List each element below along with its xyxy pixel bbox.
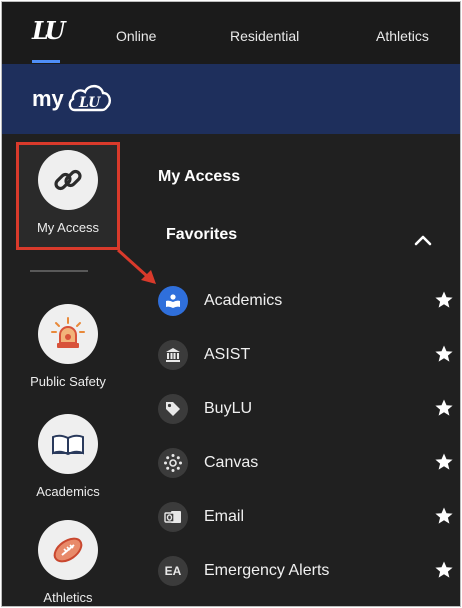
- star-icon[interactable]: [434, 344, 454, 364]
- rail-label-academics: Academics: [36, 484, 100, 499]
- favorite-item-academics[interactable]: Academics: [158, 284, 458, 316]
- favorite-label: Emergency Alerts: [204, 562, 330, 579]
- my-access-circle: [38, 150, 98, 210]
- nav-link-athletics[interactable]: Athletics: [376, 28, 429, 44]
- mylu-brand-text[interactable]: my: [32, 86, 64, 112]
- panel-title: My Access: [158, 168, 241, 185]
- mylu-banner: my LU: [2, 64, 460, 134]
- rail-label-public-safety: Public Safety: [30, 374, 106, 389]
- favorite-label: ASIST: [204, 346, 251, 363]
- star-icon[interactable]: [434, 452, 454, 472]
- favorite-label: Email: [204, 508, 245, 525]
- mylu-mark-text: LU: [78, 95, 101, 111]
- favorites-heading[interactable]: Favorites: [166, 226, 237, 244]
- football-icon: [53, 537, 83, 563]
- active-tab-indicator: [32, 60, 60, 63]
- open-book-icon: [52, 434, 84, 456]
- chevron-up-icon[interactable]: [414, 234, 432, 246]
- favorite-item-asist[interactable]: ASIST: [158, 338, 458, 370]
- outlook-icon: [158, 502, 188, 532]
- star-icon[interactable]: [434, 398, 454, 418]
- star-icon[interactable]: [434, 290, 454, 310]
- nav-link-residential[interactable]: Residential: [230, 28, 299, 44]
- rail-label-athletics: Athletics: [43, 590, 93, 605]
- canvas-icon: [158, 448, 188, 478]
- rail-item-my-access[interactable]: My Access: [16, 150, 120, 235]
- favorite-item-canvas[interactable]: Canvas: [158, 446, 458, 478]
- mylu-cloud-logo[interactable]: LU: [67, 80, 113, 116]
- favorite-item-buylu[interactable]: BuyLU: [158, 392, 458, 424]
- bank-icon: [158, 340, 188, 370]
- rail-item-academics[interactable]: Academics: [8, 414, 128, 499]
- star-icon[interactable]: [434, 560, 454, 580]
- rail-label-my-access: My Access: [36, 220, 100, 235]
- siren-icon: [51, 317, 85, 348]
- app-frame: LU Online Residential Athletics my LU My…: [2, 2, 460, 606]
- rail-item-public-safety[interactable]: Public Safety: [8, 304, 128, 389]
- star-icon[interactable]: [434, 506, 454, 526]
- ea-icon: EA: [158, 556, 188, 586]
- lu-logo[interactable]: LU: [32, 16, 65, 45]
- chain-link-icon: [54, 169, 82, 191]
- favorite-label: Canvas: [204, 454, 259, 471]
- favorite-item-email[interactable]: Email: [158, 500, 458, 532]
- favorite-label: Academics: [204, 292, 283, 309]
- book-reader-icon: [158, 286, 188, 316]
- tag-icon: [158, 394, 188, 424]
- favorite-label: BuyLU: [204, 400, 253, 417]
- top-navigation: LU Online Residential Athletics: [2, 2, 460, 64]
- rail-divider: [30, 270, 88, 272]
- public-safety-circle: [38, 304, 98, 364]
- athletics-circle: [38, 520, 98, 580]
- rail-item-athletics[interactable]: Athletics: [8, 520, 128, 605]
- favorite-item-emergency-alerts[interactable]: EA Emergency Alerts: [158, 554, 458, 586]
- academics-circle: [38, 414, 98, 474]
- nav-link-online[interactable]: Online: [116, 28, 156, 44]
